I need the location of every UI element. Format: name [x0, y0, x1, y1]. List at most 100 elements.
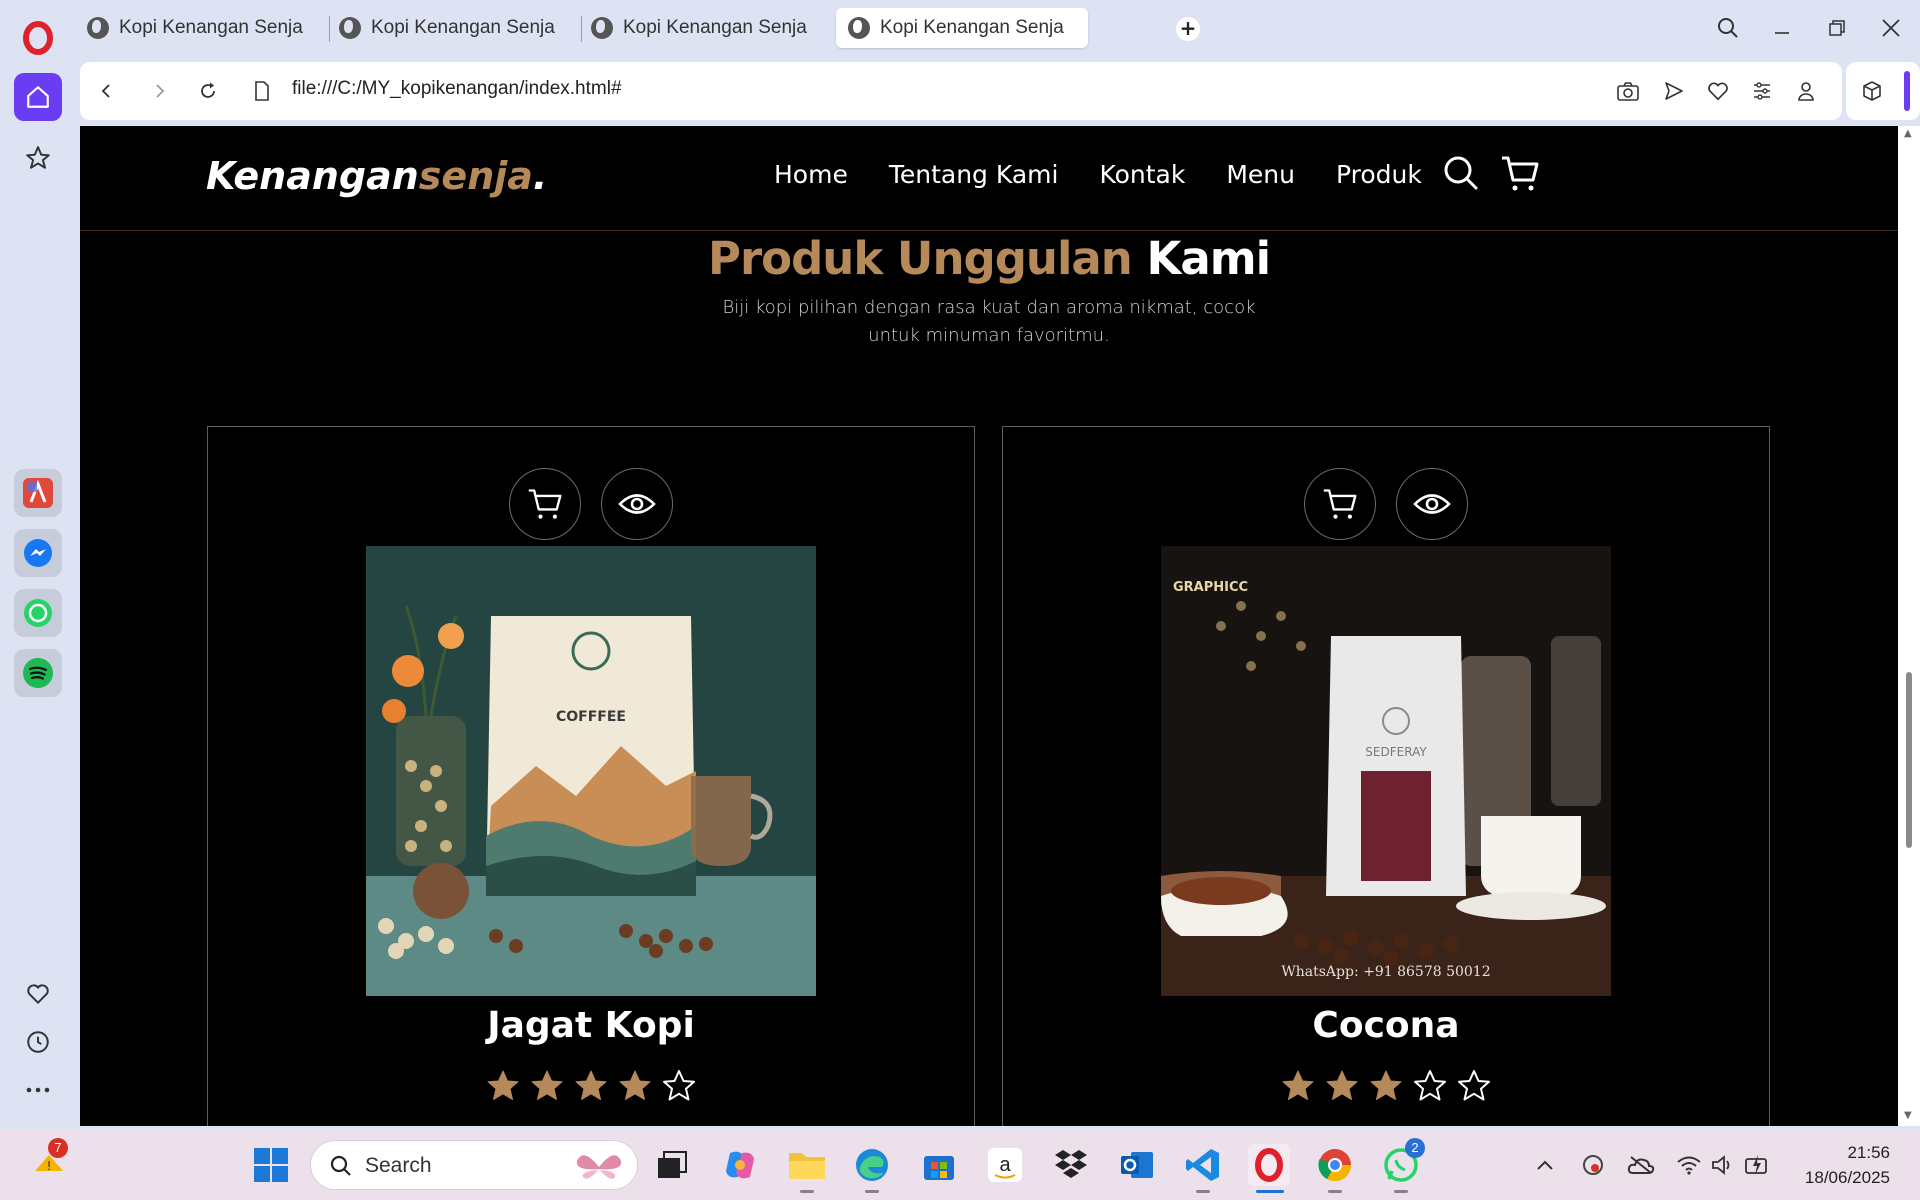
opera-logo-icon[interactable] — [14, 14, 62, 62]
butterfly-decoration-icon — [576, 1155, 622, 1179]
heart-icon[interactable] — [14, 970, 62, 1018]
taskbar-search-icon — [330, 1155, 351, 1176]
sidebar-toggle-indicator[interactable] — [1904, 71, 1910, 111]
active-indicator — [1256, 1190, 1284, 1193]
send-flow-icon[interactable] — [1660, 77, 1688, 105]
file-explorer-icon[interactable] — [786, 1144, 828, 1186]
tray-overflow-chevron-icon[interactable] — [1524, 1144, 1566, 1186]
snapshot-camera-icon[interactable] — [1614, 77, 1642, 105]
site-logo[interactable]: Kenangansenja. — [206, 154, 547, 198]
bookmark-heart-icon[interactable] — [1704, 77, 1732, 105]
home-icon[interactable] — [14, 73, 62, 121]
nav-tentang-kami[interactable]: Tentang Kami — [889, 160, 1059, 189]
product-actions — [208, 468, 974, 540]
whatsapp-badge: 2 — [1405, 1138, 1425, 1158]
minimize-button[interactable] — [1762, 10, 1802, 46]
aria-ai-icon[interactable] — [14, 469, 62, 517]
whatsapp-sidebar-icon[interactable] — [14, 589, 62, 637]
taskbar-search-placeholder: Search — [365, 1154, 432, 1177]
profile-icon[interactable] — [1792, 77, 1820, 105]
history-clock-icon[interactable] — [14, 1018, 62, 1066]
add-to-cart-button[interactable] — [1304, 468, 1376, 540]
add-to-cart-button[interactable] — [509, 468, 581, 540]
taskbar-search-input[interactable]: Search — [310, 1140, 638, 1190]
clock-date: 18/06/2025 — [1804, 1168, 1890, 1187]
eye-icon — [618, 494, 656, 514]
spotify-icon[interactable] — [14, 649, 62, 697]
microsoft-store-icon[interactable] — [918, 1144, 960, 1186]
site-navbar: Kenangansenja. Home Tentang Kami Kontak … — [80, 126, 1898, 231]
opera-taskbar-icon[interactable] — [1248, 1144, 1290, 1186]
star-filled-icon — [487, 1070, 519, 1100]
windows-start-icon[interactable] — [250, 1144, 292, 1186]
dropbox-icon[interactable] — [1050, 1144, 1092, 1186]
messenger-icon[interactable] — [14, 529, 62, 577]
system-clock[interactable]: 21:56 18/06/2025 — [1780, 1140, 1890, 1190]
browser-tab[interactable]: Kopi Kenangan Senja — [579, 8, 809, 48]
star-filled-icon — [1326, 1070, 1358, 1100]
tab-bar: Kopi Kenangan Senja Kopi Kenangan Senja … — [75, 0, 1920, 58]
task-view-icon[interactable] — [651, 1144, 693, 1186]
forward-button[interactable] — [146, 77, 174, 105]
eye-icon — [1413, 494, 1451, 514]
tab-search-icon[interactable] — [1708, 10, 1748, 46]
nav-menu[interactable]: Menu — [1226, 160, 1295, 189]
page-scrollbar[interactable]: ▲ ▼ — [1898, 126, 1920, 1126]
star-empty-icon — [1458, 1070, 1490, 1101]
star-filled-icon — [619, 1070, 651, 1100]
running-indicator — [1328, 1190, 1342, 1193]
restore-button[interactable] — [1817, 10, 1857, 46]
scrollbar-thumb[interactable] — [1906, 672, 1912, 848]
star-bookmark-icon[interactable] — [14, 134, 62, 182]
product-actions — [1003, 468, 1769, 540]
star-filled-icon — [1370, 1070, 1402, 1100]
star-filled-icon — [531, 1070, 563, 1100]
windows-taskbar: ! 7 Search a 2 21:56 18/06/2025 — [0, 1130, 1920, 1200]
scroll-up-arrow-icon[interactable]: ▲ — [1904, 128, 1912, 139]
address-bar: file:///C:/MY_kopikenangan/index.html# — [80, 62, 1842, 120]
view-product-button[interactable] — [1396, 468, 1468, 540]
chrome-icon[interactable] — [1314, 1144, 1356, 1186]
globe-icon — [339, 17, 361, 39]
nav-home[interactable]: Home — [774, 160, 848, 189]
section-subtitle: Biji kopi pilihan dengan rasa kuat dan a… — [722, 297, 1256, 346]
browser-tab-active[interactable]: Kopi Kenangan Senja — [836, 8, 1088, 48]
nav-produk[interactable]: Produk — [1336, 160, 1422, 189]
site-cart-icon[interactable] — [1500, 154, 1540, 194]
image-whatsapp-text: WhatsApp: +91 86578 50012 — [1281, 964, 1490, 980]
site-search-icon[interactable] — [1442, 154, 1482, 194]
browser-tab[interactable]: Kopi Kenangan Senja — [75, 8, 305, 48]
star-empty-icon — [1414, 1070, 1446, 1101]
outlook-icon[interactable] — [1116, 1144, 1158, 1186]
product-card: GRAPHICC SEDFERAY WhatsApp: +91 86578 50… — [1002, 426, 1770, 1126]
scroll-down-arrow-icon[interactable]: ▼ — [1904, 1110, 1912, 1121]
reload-button[interactable] — [194, 77, 222, 105]
svg-text:a: a — [999, 1154, 1011, 1176]
bag-label-text: COFFFEE — [556, 709, 626, 725]
product-name: Jagat Kopi — [487, 1005, 695, 1046]
battery-charging-icon[interactable] — [1736, 1144, 1778, 1186]
product-name: Cocona — [1312, 1005, 1460, 1046]
close-window-button[interactable] — [1871, 10, 1911, 46]
url-field[interactable]: file:///C:/MY_kopikenangan/index.html# — [292, 78, 622, 100]
view-product-button[interactable] — [601, 468, 673, 540]
nav-kontak[interactable]: Kontak — [1099, 160, 1185, 189]
copilot-icon[interactable] — [719, 1144, 761, 1186]
browser-sidebar — [0, 0, 75, 1130]
amazon-icon[interactable]: a — [984, 1144, 1026, 1186]
easy-setup-icon[interactable] — [1748, 77, 1776, 105]
extensions-area — [1846, 62, 1920, 120]
onedrive-cloud-icon[interactable] — [1620, 1144, 1662, 1186]
new-tab-button[interactable]: + — [1176, 17, 1200, 41]
tray-app-icon[interactable] — [1572, 1144, 1614, 1186]
more-dots-icon[interactable] — [14, 1066, 62, 1114]
browser-tab[interactable]: Kopi Kenangan Senja — [327, 8, 557, 48]
extensions-cube-icon[interactable] — [1858, 77, 1886, 105]
running-indicator — [1394, 1190, 1408, 1193]
running-indicator — [865, 1190, 879, 1193]
weather-badge: 7 — [48, 1138, 68, 1158]
back-button[interactable] — [92, 77, 120, 105]
vscode-icon[interactable] — [1182, 1144, 1224, 1186]
star-filled-icon — [1282, 1070, 1314, 1100]
edge-browser-icon[interactable] — [851, 1144, 893, 1186]
